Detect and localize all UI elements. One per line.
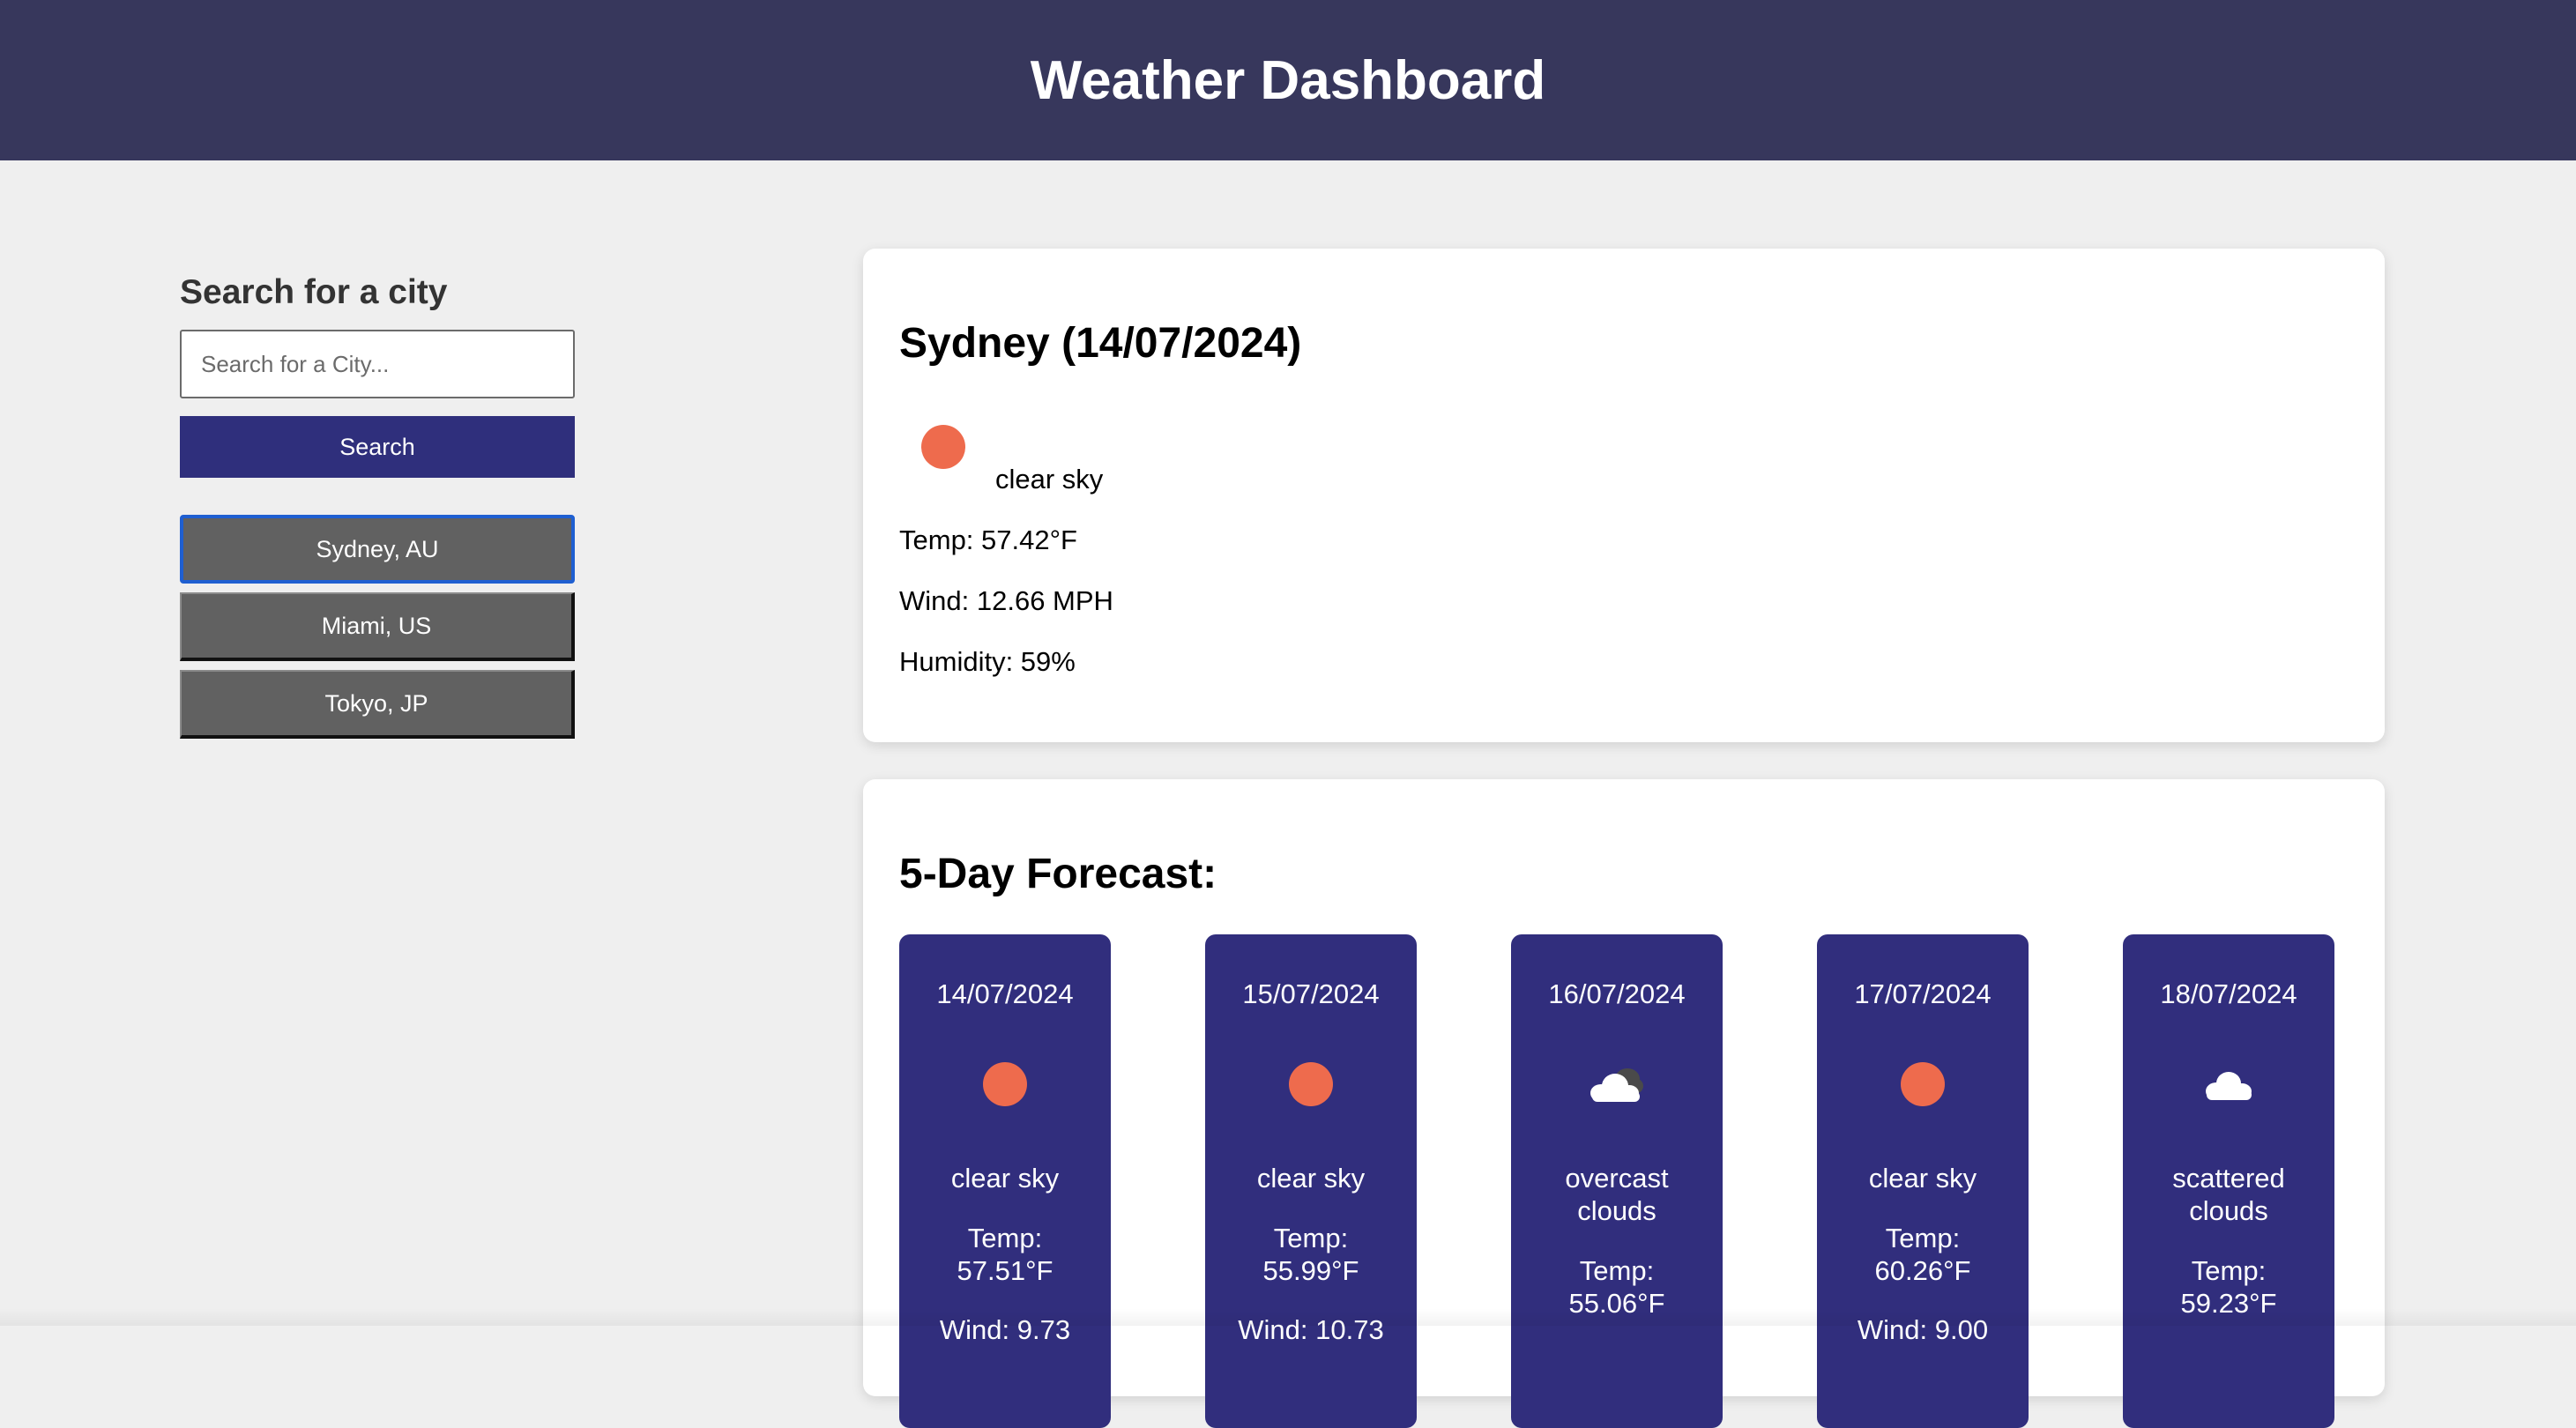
forecast-temp-value: 55.99°F xyxy=(1262,1255,1359,1286)
history-button-miami[interactable]: Miami, US xyxy=(180,592,575,661)
forecast-description-line: scattered xyxy=(2172,1163,2285,1194)
forecast-title: 5-Day Forecast: xyxy=(899,851,1217,897)
forecast-temp-value: 57.51°F xyxy=(957,1255,1053,1286)
forecast-temp-label: Temp: xyxy=(1885,1223,1961,1253)
scattered-clouds-icon xyxy=(2193,1058,2264,1111)
forecast-description-line: clouds xyxy=(1577,1195,1657,1226)
current-temp: Temp: 57.42°F xyxy=(899,524,1077,555)
sun-icon xyxy=(1887,1058,1958,1111)
forecast-description-line: clouds xyxy=(2189,1195,2268,1226)
sun-icon xyxy=(1276,1058,1346,1111)
current-wind: Wind: 12.66 MPH xyxy=(899,585,1113,616)
search-button[interactable]: Search xyxy=(180,416,575,478)
forecast-day-card: 16/07/2024 overcast clouds Temp: 55.06°F xyxy=(1511,934,1723,1428)
current-weather-card: Sydney (14/07/2024) clear sky Temp: 57.4… xyxy=(863,249,2385,742)
forecast-description-line: overcast xyxy=(1565,1163,1669,1194)
forecast-date: 15/07/2024 xyxy=(1242,978,1380,1009)
forecast-date: 16/07/2024 xyxy=(1548,978,1686,1009)
search-heading: Search for a city xyxy=(180,273,448,311)
forecast-temp-value: 60.26°F xyxy=(1874,1255,1971,1286)
current-description: clear sky xyxy=(995,464,1104,495)
forecast-day-card: 15/07/2024 clear sky Temp: 55.99°F Wind:… xyxy=(1205,934,1417,1428)
forecast-day-card: 18/07/2024 scattered clouds Temp: 59.23°… xyxy=(2123,934,2334,1428)
forecast-description: overcast clouds xyxy=(1511,1162,1723,1227)
forecast-temp-label: Temp: xyxy=(1579,1255,1655,1286)
search-history: Sydney, AU Miami, US Tokyo, JP xyxy=(180,515,575,739)
bottom-shadow xyxy=(0,1308,2576,1326)
forecast-temp-label: Temp: xyxy=(967,1223,1043,1253)
forecast-date: 17/07/2024 xyxy=(1854,978,1992,1009)
page-title: Weather Dashboard xyxy=(1030,49,1546,111)
current-humidity: Humidity: 59% xyxy=(899,646,1076,677)
page-header: Weather Dashboard xyxy=(0,0,2576,160)
forecast-description: clear sky xyxy=(1868,1163,1977,1194)
current-city-title: Sydney (14/07/2024) xyxy=(899,320,1302,367)
overcast-clouds-icon xyxy=(1582,1058,1652,1111)
forecast-description: clear sky xyxy=(950,1163,1060,1194)
forecast-description: scattered clouds xyxy=(2123,1162,2334,1227)
history-button-sydney[interactable]: Sydney, AU xyxy=(180,515,575,584)
forecast-temp-label: Temp: xyxy=(2191,1255,2267,1286)
sidebar: Search for a city Search Sydney, AU Miam… xyxy=(180,273,575,739)
forecast-date: 18/07/2024 xyxy=(2160,978,2297,1009)
forecast-day-card: 14/07/2024 clear sky Temp: 57.51°F Wind:… xyxy=(899,934,1111,1428)
forecast-temp-label: Temp: xyxy=(1273,1223,1349,1253)
forecast-date: 14/07/2024 xyxy=(936,978,1074,1009)
forecast-description: clear sky xyxy=(1256,1163,1366,1194)
history-button-tokyo[interactable]: Tokyo, JP xyxy=(180,670,575,739)
sun-icon xyxy=(970,1058,1040,1111)
sun-icon xyxy=(921,425,965,469)
forecast-card: 5-Day Forecast: 14/07/2024 clear sky Tem… xyxy=(863,779,2385,1428)
forecast-day-card: 17/07/2024 clear sky Temp: 60.26°F Wind:… xyxy=(1817,934,2029,1428)
city-search-input[interactable] xyxy=(180,330,575,398)
